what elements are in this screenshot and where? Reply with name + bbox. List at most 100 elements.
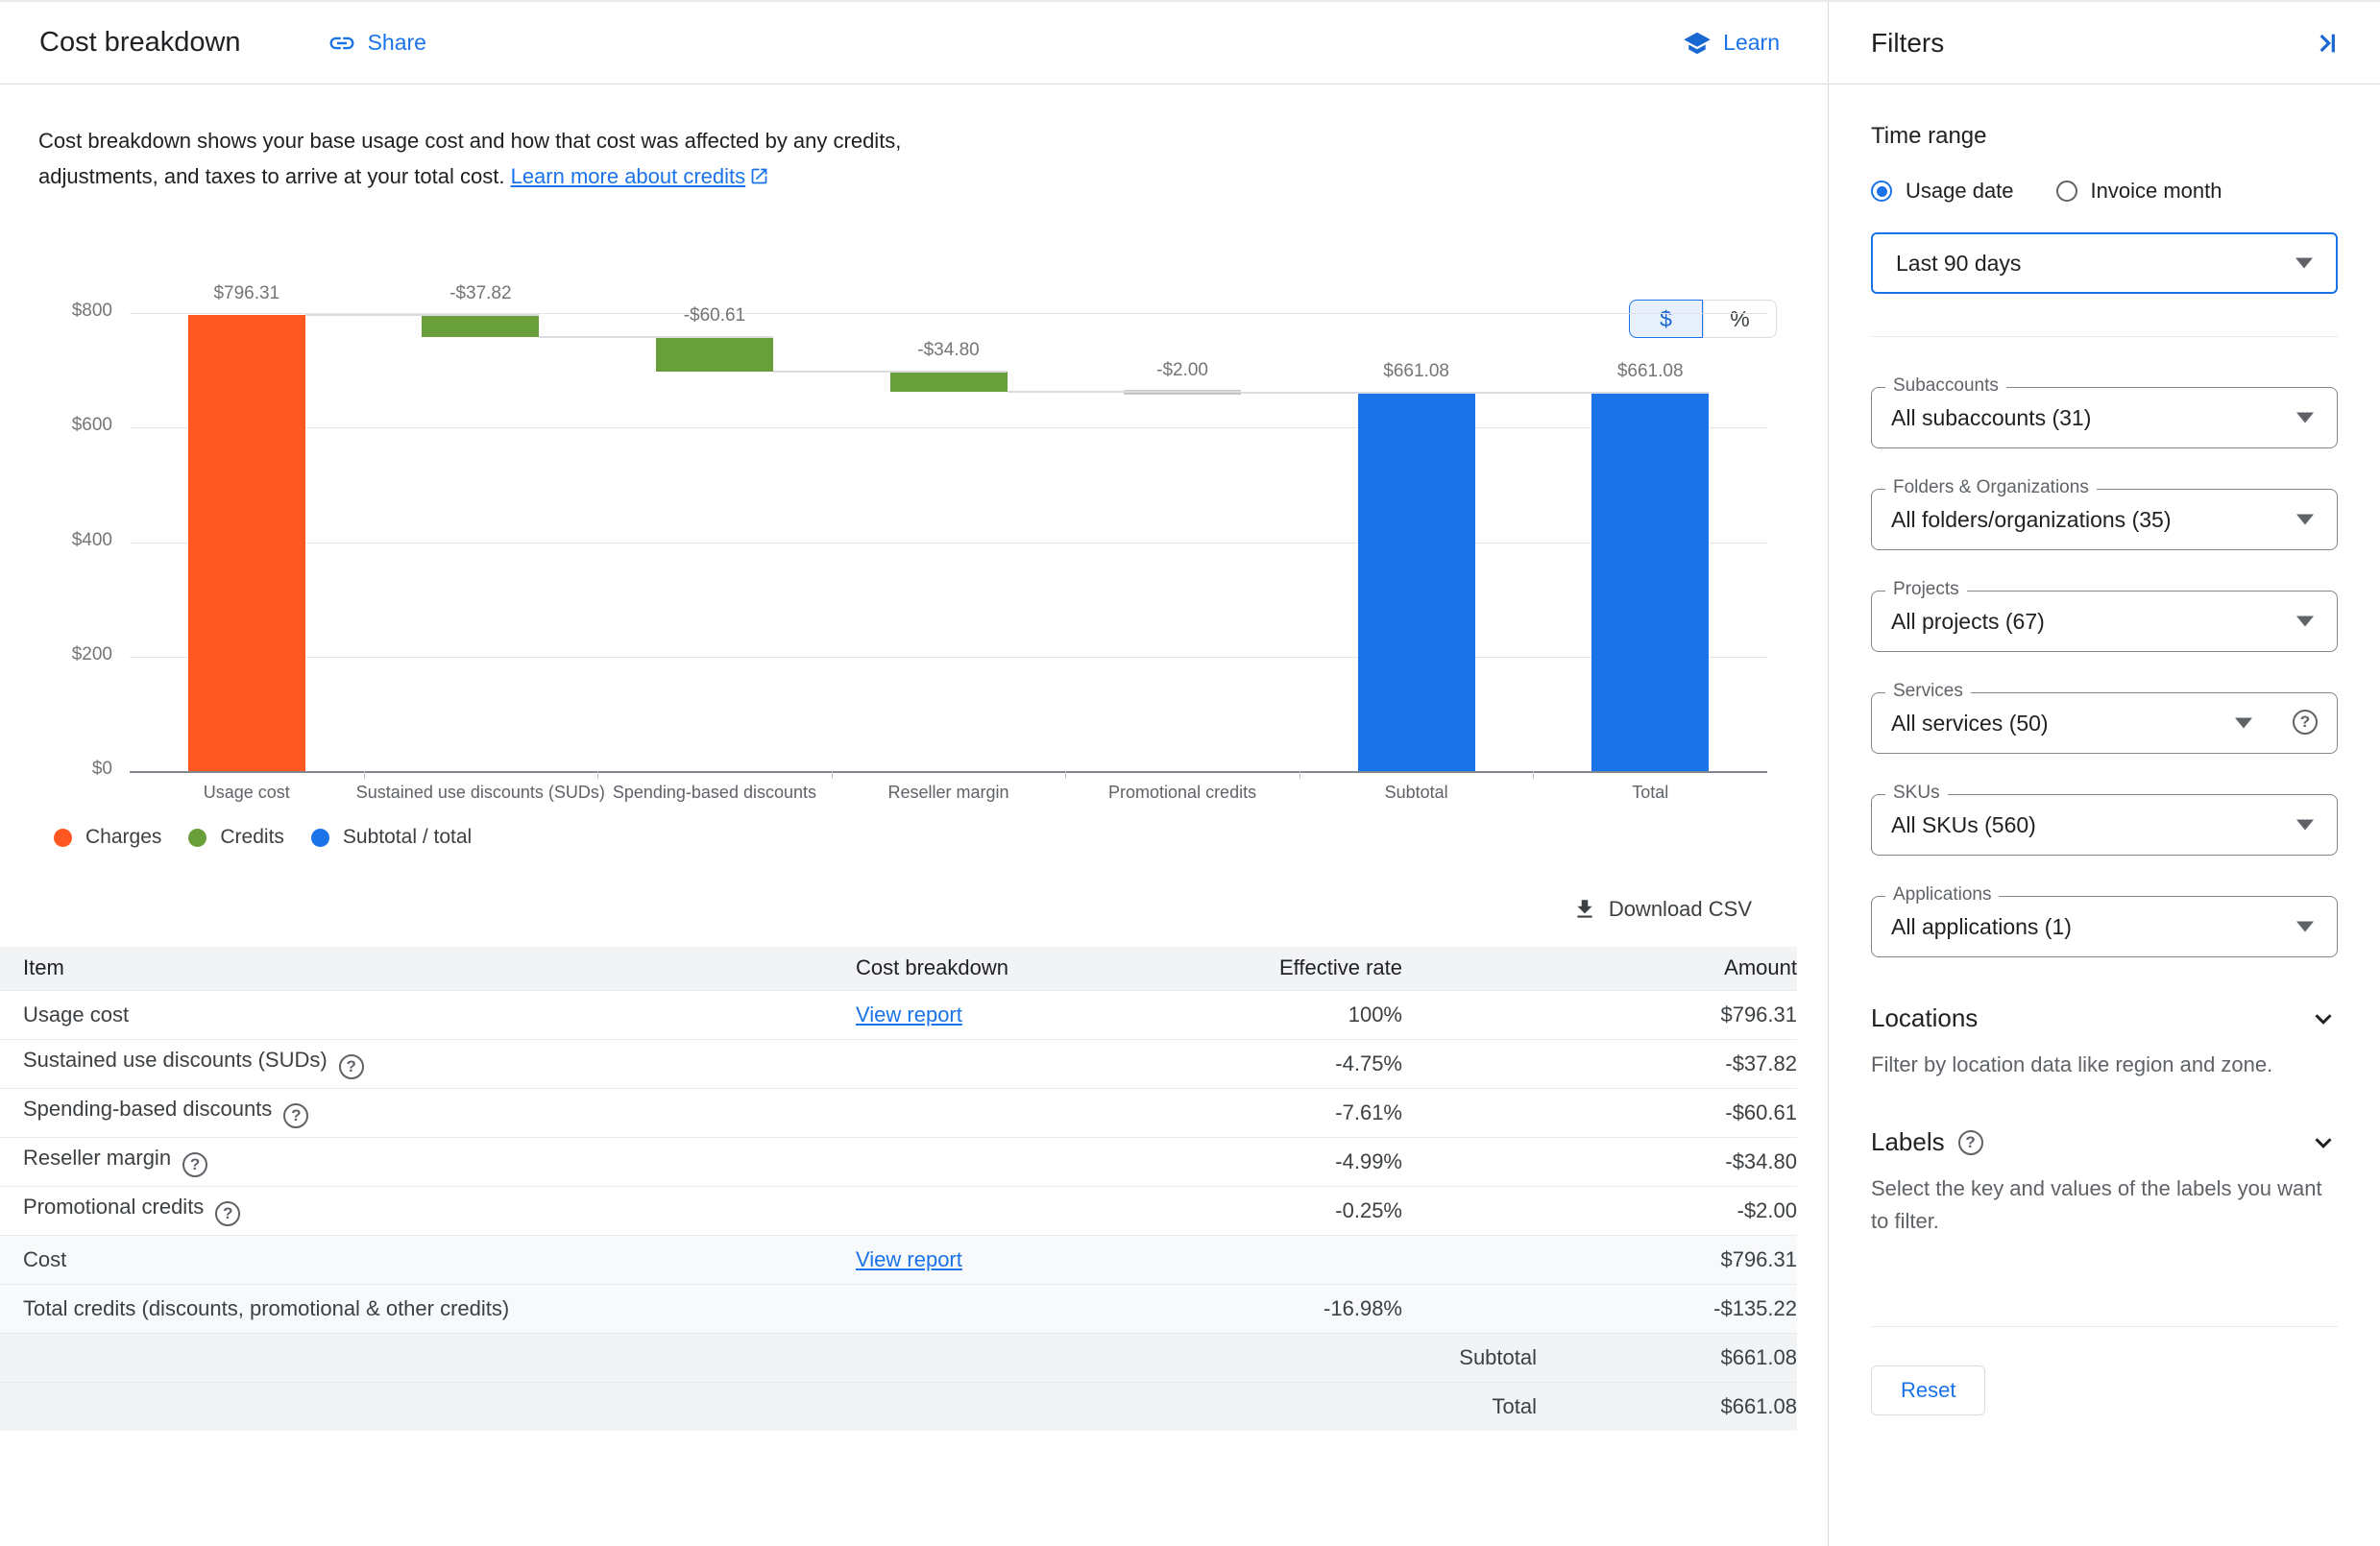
y-axis-label: $600 (38, 415, 112, 436)
chart-bar-3[interactable] (656, 337, 773, 372)
chevron-down-icon (2296, 515, 2314, 525)
time-range-radios: Usage date Invoice month (1871, 179, 2338, 204)
locations-heading: Locations (1871, 1003, 1978, 1033)
waterfall-connector (1241, 392, 1475, 394)
help-icon[interactable]: ? (2293, 710, 2318, 735)
learn-label: Learn (1723, 30, 1780, 56)
subtotal-label: Subtotal (1459, 1345, 1537, 1370)
download-csv-button[interactable]: Download CSV (1572, 897, 1752, 922)
legend-dot (311, 829, 329, 847)
legend-item: Credits (188, 826, 284, 849)
chevron-down-icon (2296, 413, 2314, 423)
cost-breakdown-table: Item Cost breakdown Effective rate Amoun… (0, 947, 1797, 1431)
table-row: Promotional credits? -0.25% -$2.00 (0, 1186, 1797, 1235)
view-report-link[interactable]: View report (856, 1247, 962, 1271)
table-row: Spending-based discounts? -7.61% -$60.61 (0, 1088, 1797, 1137)
gridline (130, 771, 1767, 773)
learn-more-credits-link[interactable]: Learn more about credits (511, 164, 770, 188)
legend-item: Charges (54, 826, 161, 849)
help-icon[interactable]: ? (339, 1054, 364, 1079)
help-icon[interactable]: ? (215, 1201, 240, 1226)
gridline (130, 427, 1767, 428)
table-row: Reseller margin? -4.99% -$34.80 (0, 1137, 1797, 1186)
gridline (130, 543, 1767, 544)
filters-body: Time range Usage date Invoice month Last… (1829, 123, 2380, 1415)
help-icon[interactable]: ? (283, 1103, 308, 1128)
main-content: Cost breakdown shows your base usage cos… (0, 123, 1828, 1431)
waterfall-connector (1475, 392, 1710, 394)
gridline (130, 657, 1767, 658)
help-icon[interactable]: ? (182, 1152, 207, 1177)
page-title: Cost breakdown (39, 27, 241, 59)
download-icon (1572, 897, 1597, 922)
time-range-select[interactable]: Last 90 days (1871, 232, 2338, 294)
main-panel: Cost breakdown Share Learn Cost breakdow… (0, 2, 1828, 1546)
collapse-panel-icon[interactable] (2311, 28, 2342, 59)
chart-bar-4[interactable] (890, 372, 1008, 392)
folders-organizations-field[interactable]: Folders & Organizations All folders/orga… (1871, 489, 2338, 550)
y-axis-label: $0 (38, 759, 112, 780)
chevron-down-icon (2296, 820, 2314, 831)
projects-field[interactable]: Projects All projects (67) (1871, 591, 2338, 652)
x-axis-tick (1299, 771, 1300, 779)
filters-panel: Filters Time range Usage date Invoice mo… (1828, 2, 2380, 1546)
col-effective-rate: Effective rate (1144, 947, 1402, 990)
waterfall-connector (305, 314, 540, 316)
labels-description: Select the key and values of the labels … (1871, 1172, 2338, 1238)
chart-bar-7[interactable] (1591, 393, 1709, 771)
share-label: Share (368, 30, 426, 56)
x-axis-tick (1065, 771, 1066, 779)
view-report-link[interactable]: View report (856, 1002, 962, 1027)
skus-field[interactable]: SKUs All SKUs (560) (1871, 794, 2338, 856)
legend-label: Subtotal / total (343, 826, 472, 849)
filters-title: Filters (1871, 28, 1944, 59)
legend-dot (188, 829, 206, 847)
waterfall-connector (539, 336, 773, 338)
radio-invoice-month[interactable]: Invoice month (2056, 179, 2222, 204)
reset-button[interactable]: Reset (1871, 1365, 1985, 1415)
chart-bar-1[interactable] (188, 315, 305, 771)
time-range-heading: Time range (1871, 123, 2338, 150)
chart-legend: Charges Credits Subtotal / total (54, 826, 1828, 849)
table-row-total: Total$661.08 (0, 1382, 1797, 1431)
divider (1871, 1326, 2338, 1327)
legend-label: Charges (85, 826, 161, 849)
total-label: Total (1493, 1394, 1537, 1419)
applications-field[interactable]: Applications All applications (1) (1871, 896, 2338, 957)
y-axis-label: $200 (38, 644, 112, 665)
learn-icon (1683, 29, 1712, 58)
chevron-down-icon (2296, 922, 2314, 932)
legend-item: Subtotal / total (311, 826, 472, 849)
col-item: Item (0, 947, 856, 990)
radio-usage-date[interactable]: Usage date (1871, 179, 2014, 204)
table-row-cost: Cost View report $796.31 (0, 1235, 1797, 1284)
x-axis-tick (364, 771, 365, 779)
col-cost-breakdown: Cost breakdown (856, 947, 1144, 990)
share-button[interactable]: Share (328, 29, 426, 58)
chevron-down-icon (2296, 616, 2314, 627)
help-icon[interactable]: ? (1958, 1130, 1983, 1155)
labels-heading: Labels (1871, 1127, 1945, 1157)
divider (1871, 336, 2338, 337)
subaccounts-field[interactable]: Subaccounts All subaccounts (31) (1871, 387, 2338, 448)
link-icon (328, 29, 356, 58)
col-amount: Amount (1402, 947, 1797, 990)
bar-value-label: -$60.61 (571, 305, 859, 326)
filters-header: Filters (1829, 2, 2380, 85)
chevron-down-icon (2309, 1004, 2338, 1033)
chart-bar-2[interactable] (422, 315, 539, 337)
bar-value-label: -$37.82 (336, 283, 624, 304)
subtotal-amount: $661.08 (1537, 1345, 1797, 1370)
waterfall-connector (773, 371, 1008, 373)
table-header-row: Item Cost breakdown Effective rate Amoun… (0, 947, 1797, 990)
labels-section-toggle[interactable]: Labels? (1871, 1127, 2338, 1157)
radio-selected-icon (1871, 181, 1892, 202)
services-field[interactable]: Services All services (50) ? (1871, 692, 2338, 754)
locations-section-toggle[interactable]: Locations (1871, 1003, 2338, 1033)
download-row: Download CSV (38, 897, 1752, 922)
table-row-subtotal: Subtotal$661.08 (0, 1333, 1797, 1382)
chevron-down-icon (2295, 258, 2313, 269)
chevron-down-icon (2235, 718, 2252, 729)
chart-bar-6[interactable] (1358, 393, 1475, 771)
learn-button[interactable]: Learn (1683, 29, 1780, 58)
